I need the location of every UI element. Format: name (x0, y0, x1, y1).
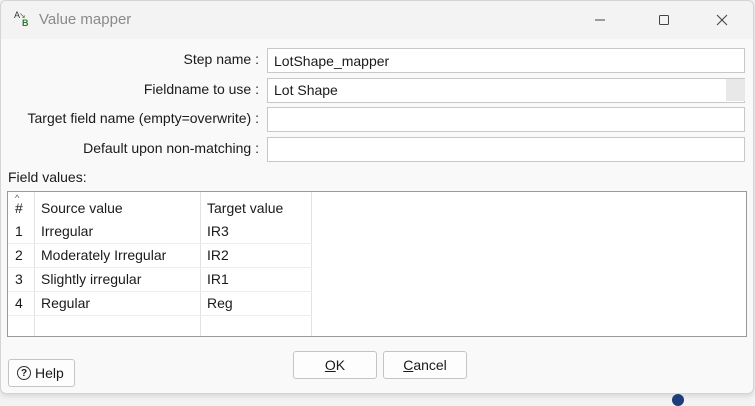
source-value-cell[interactable]: Slightly irregular (41, 268, 141, 291)
cancel-button[interactable]: Cancel (383, 351, 467, 379)
help-label: Help (35, 365, 64, 381)
target-value-cell[interactable]: IR2 (207, 244, 229, 267)
row-number: 2 (15, 247, 23, 263)
source-value-cell[interactable]: Regular (41, 292, 90, 315)
help-icon: ? (17, 366, 31, 380)
field-values-label: Field values: (8, 169, 87, 185)
window-title: Value mapper (39, 11, 132, 28)
table-row[interactable]: 2 Moderately Irregular IR2 (8, 244, 312, 268)
default-value-label: Default upon non-matching : (83, 140, 259, 156)
ok-label-rest: K (335, 357, 346, 373)
background-info-icon (672, 394, 684, 406)
value-mapper-app-icon: A ↘ B (14, 10, 29, 28)
step-name-label: Step name : (183, 51, 260, 67)
column-header-target[interactable]: Target value (207, 197, 283, 220)
step-name-input[interactable] (267, 48, 745, 73)
ok-mnemonic: O (324, 357, 336, 373)
source-value-cell[interactable]: Irregular (41, 220, 93, 243)
target-field-input[interactable] (267, 107, 745, 132)
row-number: 1 (15, 223, 23, 239)
ok-button[interactable]: OK (293, 351, 377, 379)
close-icon (716, 14, 728, 26)
title-bar: A ↘ B Value mapper (1, 1, 753, 39)
source-value-cell[interactable]: Moderately Irregular (41, 244, 166, 267)
minimize-button[interactable] (577, 1, 623, 39)
row-number: 3 (15, 271, 23, 287)
row-number: 4 (15, 295, 23, 311)
value-mapper-dialog: A↘B Value mapper Step name : Fieldname t… (0, 0, 754, 394)
help-button[interactable]: ? Help (8, 359, 75, 387)
table-row[interactable]: 3 Slightly irregular IR1 (8, 268, 312, 292)
close-button[interactable] (699, 1, 745, 39)
table-row[interactable]: 4 Regular Reg (8, 292, 312, 316)
fieldname-combo[interactable]: Lot Shape (267, 78, 745, 103)
fieldname-dropdown-button[interactable] (726, 79, 745, 101)
target-field-label: Target field name (empty=overwrite) : (27, 110, 259, 126)
minimize-icon (595, 19, 605, 21)
fieldname-value: Lot Shape (274, 82, 338, 98)
fieldname-label: Fieldname to use : (143, 81, 259, 97)
table-row[interactable]: 1 Irregular IR3 (8, 220, 312, 244)
column-header-source[interactable]: Source value (41, 197, 123, 220)
table-row-empty[interactable] (8, 316, 312, 336)
target-value-cell[interactable]: IR1 (207, 268, 229, 291)
default-value-input[interactable] (267, 137, 745, 162)
maximize-button[interactable] (641, 1, 687, 39)
maximize-icon (659, 15, 669, 25)
column-header-num[interactable]: # (15, 197, 23, 220)
cancel-label-rest: ancel (413, 357, 447, 373)
target-value-cell[interactable]: Reg (207, 292, 233, 315)
table-header-row: ^ # Source value Target value (8, 194, 312, 218)
target-value-cell[interactable]: IR3 (207, 220, 229, 243)
field-values-table[interactable]: ^ # Source value Target value 1 Irregula… (7, 191, 747, 337)
cancel-mnemonic: C (403, 357, 414, 373)
